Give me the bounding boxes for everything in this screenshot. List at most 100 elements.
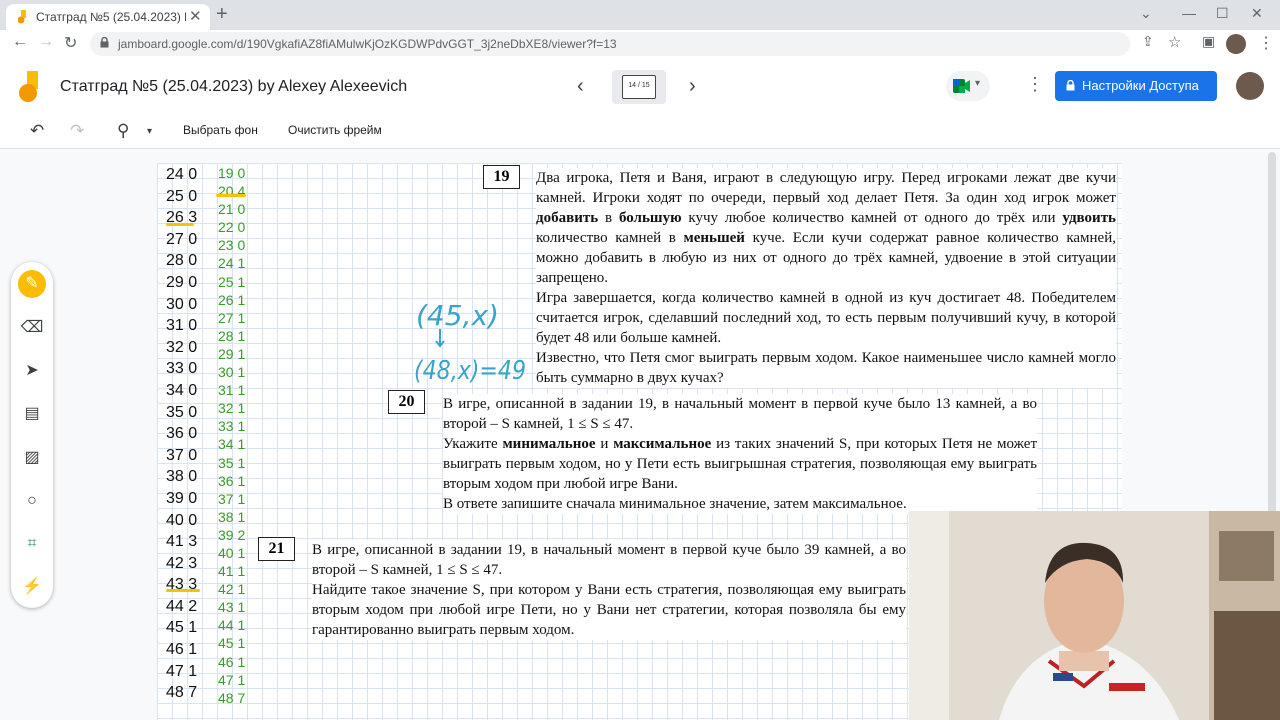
zoom-dropdown-icon[interactable]: ▾	[147, 126, 152, 137]
table-cell: 33 1	[218, 418, 246, 435]
table-cell: 42 3	[166, 554, 198, 572]
table-cell: 22 0	[218, 219, 246, 236]
table-cell: 34 0	[166, 381, 198, 399]
table-cell: 29 0	[166, 273, 198, 291]
chevron-down-icon[interactable]: ⌄	[1140, 5, 1152, 22]
side-panel-icon[interactable]: ▣	[1202, 33, 1215, 50]
handwriting-line-1: (45,x)	[416, 299, 499, 332]
table-cell: 28 1	[218, 327, 246, 344]
app-header: Статград №5 (25.04.2023) by Alexey Alexe…	[0, 58, 1280, 116]
task-20-paragraph-1: В игре, описанной в задании 19, в началь…	[443, 396, 1037, 432]
clear-frame-button[interactable]: Очистить фрейм	[288, 123, 382, 137]
table-cell: 31 0	[166, 317, 198, 335]
task-number-20: 20	[388, 390, 425, 414]
text-box-tool-icon[interactable]: ⌗	[18, 530, 46, 558]
table-cell: 33 0	[166, 360, 198, 378]
table-cell: 45 1	[166, 619, 198, 637]
task-20-text: В игре, описанной в задании 19, в началь…	[443, 394, 1037, 514]
back-arrow-icon[interactable]: ←	[12, 33, 28, 51]
table-cell: 30 1	[218, 364, 246, 381]
circle-shape-tool-icon[interactable]: ○	[18, 487, 46, 515]
webcam-person-image	[909, 511, 1280, 720]
zoom-icon[interactable]: ⚲	[117, 121, 129, 141]
reload-icon[interactable]: ↻	[64, 33, 77, 53]
select-tool-icon[interactable]: ➤	[18, 357, 46, 385]
dropdown-caret-icon: ▾	[975, 78, 981, 89]
table-column-2: 19 0 20 4 21 0 22 0 23 0 24 1 25 1 26 1 27 1 28 1…	[218, 164, 250, 707]
table-cell: 25 1	[218, 273, 246, 290]
share-page-icon[interactable]: ⇪	[1142, 33, 1154, 50]
previous-frame-icon[interactable]: ‹	[577, 75, 584, 98]
highlight-mark	[166, 589, 200, 592]
table-cell: 25 0	[166, 187, 198, 205]
browser-menu-icon[interactable]: ⋮	[1258, 33, 1274, 53]
image-tool-icon[interactable]: ▨	[18, 444, 46, 472]
jamboard-logo-icon	[19, 71, 38, 102]
frame-counter: 14 / 15	[628, 82, 650, 89]
browser-tab-strip: Статград №5 (25.04.2023) by Ale ✕ + ⌄ — …	[0, 0, 1280, 30]
table-cell: 21 0	[218, 201, 246, 218]
lock-icon	[100, 37, 109, 48]
task-19-paragraph-2: Игра завершается, когда количество камне…	[536, 290, 1116, 346]
jam-title: Статград №5 (25.04.2023) by Alexey Alexe…	[60, 78, 408, 95]
close-tab-icon[interactable]: ✕	[189, 7, 202, 25]
new-tab-icon[interactable]: +	[216, 3, 228, 26]
laser-tool-icon[interactable]: ⚡	[18, 573, 46, 601]
table-cell: 44 1	[218, 617, 246, 634]
table-cell: 20 4	[218, 183, 246, 200]
pen-tool-icon[interactable]: ✎	[18, 270, 46, 298]
undo-icon[interactable]: ↶	[30, 121, 44, 141]
task-19-text: Два игрока, Петя и Ваня, играют в следую…	[536, 168, 1116, 388]
highlight-mark	[216, 194, 246, 197]
table-cell: 44 2	[166, 597, 198, 615]
tab-title: Статград №5 (25.04.2023) by Ale	[36, 10, 186, 24]
next-frame-icon[interactable]: ›	[689, 75, 696, 98]
share-settings-button[interactable]: Настройки Доступа	[1055, 71, 1217, 101]
task-20-paragraph-2: Укажите минимальное и максимальное из та…	[443, 436, 1037, 492]
table-cell: 26 1	[218, 291, 246, 308]
table-cell: 41 1	[218, 563, 246, 580]
browser-address-bar: ← → ↻ jamboard.google.com/d/190VgkafiAZ8…	[0, 30, 1280, 58]
table-cell: 37 0	[166, 446, 198, 464]
meet-button[interactable]: ▾	[946, 71, 990, 101]
task-19-paragraph-1: Два игрока, Петя и Ваня, играют в следую…	[536, 170, 1116, 286]
task-19-paragraph-3: Известно, что Петя смог выиграть первым …	[536, 350, 1116, 386]
table-cell: 42 1	[218, 581, 246, 598]
table-cell: 36 0	[166, 425, 198, 443]
meet-icon	[953, 79, 970, 93]
sticky-note-tool-icon[interactable]: ▤	[18, 400, 46, 428]
task-21-text: В игре, описанной в задании 19, в началь…	[312, 540, 906, 640]
redo-icon[interactable]: ↷	[70, 121, 84, 141]
tool-palette: ✎ ⌫ ➤ ▤ ▨ ○ ⌗ ⚡	[11, 262, 53, 608]
table-cell: 48 7	[166, 684, 198, 702]
table-cell: 47 1	[166, 662, 198, 680]
jam-toolbar: ↶ ↷ ⚲ ▾ Выбрать фон Очистить фрейм	[0, 116, 1280, 149]
close-window-icon[interactable]: ✕	[1251, 5, 1263, 22]
table-cell: 32 1	[218, 400, 246, 417]
minimize-icon[interactable]: —	[1182, 5, 1196, 21]
forward-arrow-icon[interactable]: →	[38, 33, 54, 51]
table-cell: 45 1	[218, 635, 246, 652]
more-options-icon[interactable]: ⋮	[1026, 74, 1044, 95]
table-cell: 30 0	[166, 295, 198, 313]
table-cell: 24 0	[166, 166, 198, 183]
url-field[interactable]: jamboard.google.com/d/190VgkafiAZ8fiAMul…	[90, 32, 1130, 56]
eraser-tool-icon[interactable]: ⌫	[18, 314, 46, 342]
browser-tab[interactable]: Статград №5 (25.04.2023) by Ale ✕	[6, 4, 210, 30]
table-cell: 39 0	[166, 489, 198, 507]
maximize-icon[interactable]: ☐	[1216, 5, 1229, 22]
bookmark-star-icon[interactable]: ☆	[1168, 33, 1181, 51]
set-background-button[interactable]: Выбрать фон	[183, 123, 258, 137]
frame-bar-toggle[interactable]: 14 / 15	[612, 70, 666, 104]
table-cell: 40 0	[166, 511, 198, 529]
browser-profile-avatar[interactable]	[1226, 34, 1246, 54]
table-cell: 41 3	[166, 533, 198, 551]
table-cell: 35 0	[166, 403, 198, 421]
user-avatar[interactable]	[1236, 72, 1264, 100]
table-cell: 47 1	[218, 671, 246, 688]
handwritten-annotation: (45,x) (48,x)=49	[414, 299, 526, 386]
task-number-21: 21	[258, 537, 295, 561]
table-cell: 23 0	[218, 237, 246, 254]
table-cell: 43 3	[166, 576, 198, 594]
table-cell: 46 1	[166, 641, 198, 659]
